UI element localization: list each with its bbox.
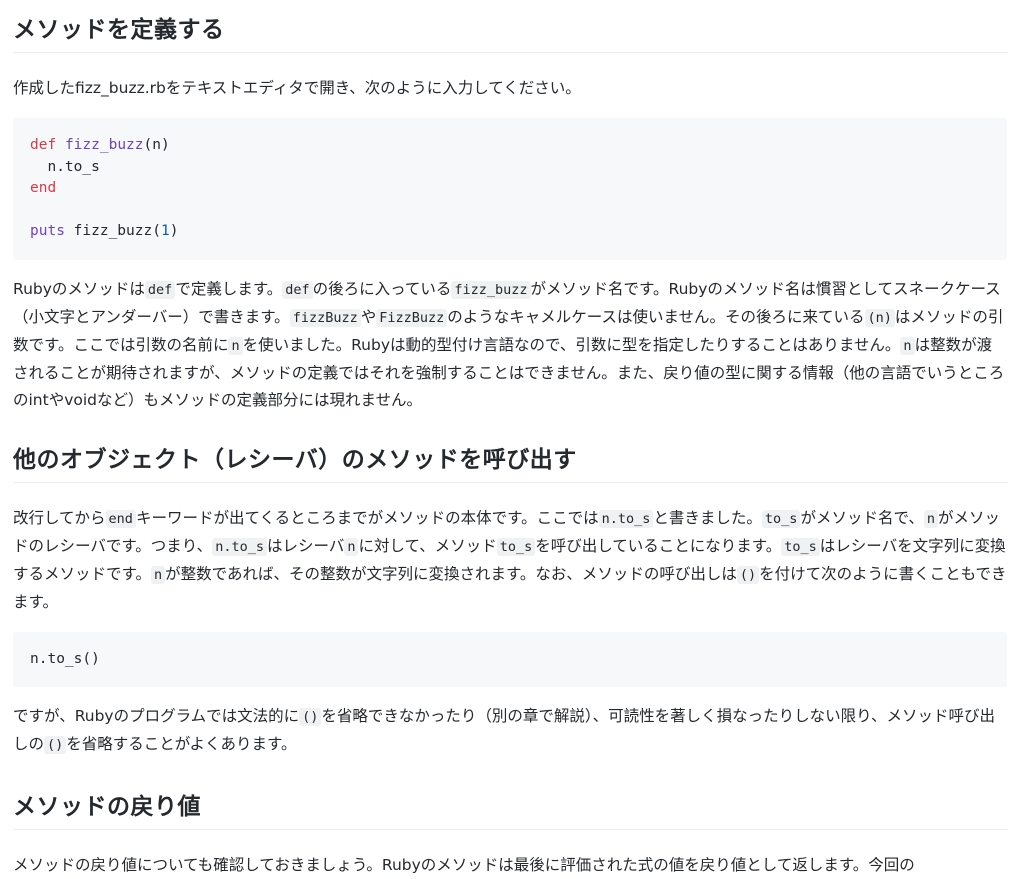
- inline-code: n: [228, 336, 243, 355]
- inline-code: (): [736, 565, 760, 584]
- code-keyword-def: def: [30, 137, 57, 153]
- inline-code: n.to_s: [212, 537, 267, 556]
- inline-code: n: [923, 509, 938, 528]
- code-number: 1: [160, 223, 170, 239]
- inline-code: n: [900, 336, 915, 355]
- return-value-paragraph: メソッドの戻り値についても確認しておきましょう。Rubyのメソッドは最後に評価さ…: [13, 856, 915, 874]
- code-close-paren: ): [169, 223, 179, 239]
- inline-code: fizz_buzz: [451, 280, 531, 299]
- intro-paragraph: 作成したfizz_buzz.rbをテキストエディタで開き、次のように入力してくだ…: [13, 79, 581, 97]
- code-block-fizz-buzz: def fizz_buzz(n) n.to_s end puts fizz_bu…: [13, 118, 1007, 260]
- code-puts: puts: [30, 223, 65, 239]
- inline-code: to_s: [781, 537, 820, 556]
- section-heading-return-value: メソッドの戻り値: [13, 787, 1007, 830]
- code-block-to-s-call: n.to_s(): [13, 631, 1007, 687]
- code-line: n.to_s(): [30, 650, 100, 667]
- inline-code: def: [282, 280, 313, 299]
- code-args: (n): [143, 137, 170, 153]
- code-keyword-end: end: [30, 180, 57, 196]
- inline-code: (): [299, 708, 322, 726]
- inline-code: to_s: [761, 509, 801, 528]
- section-heading-call-receiver-method: 他のオブジェクト（レシーバ）のメソッドを呼び出す: [13, 440, 1007, 483]
- code-body: n.to_s: [30, 158, 100, 175]
- inline-code: (): [44, 736, 67, 754]
- define-explanation-paragraph: Rubyのメソッドは def で定義します。 def の後ろに入っている fizz_buz…: [13, 279, 1005, 409]
- code-method-name: fizz_buzz: [64, 137, 144, 153]
- inline-code: fizzBuzz: [289, 308, 361, 327]
- inline-code: to_s: [496, 537, 536, 556]
- section-heading-define-method: メソッドを定義する: [13, 0, 1007, 53]
- inline-code: FizzBuzz: [376, 308, 448, 327]
- inline-code: end: [105, 509, 136, 528]
- omit-parens-paragraph: ですが、Rubyのプログラムでは文法的に() を省略できなかったり（別の章で解説）…: [13, 707, 996, 754]
- inline-code: def: [144, 280, 176, 299]
- article: メソッドを定義する 作成したfizz_buzz.rbをテキストエディタで開き、次…: [0, 0, 1024, 879]
- inline-code: n: [344, 537, 359, 556]
- code-call: fizz_buzz(: [64, 223, 161, 239]
- inline-code: n: [150, 565, 166, 584]
- inline-code: (n): [864, 308, 895, 327]
- inline-code: n.to_s: [598, 509, 654, 528]
- receiver-explanation-paragraph: 改行してから end キーワードが出てくるところまでがメソッドの本体です。ここでは n…: [13, 508, 1007, 611]
